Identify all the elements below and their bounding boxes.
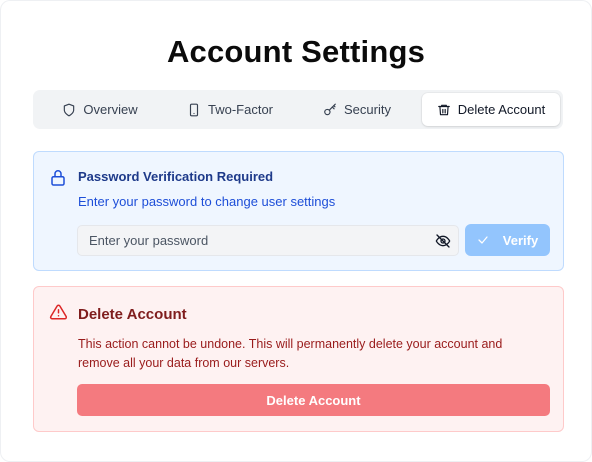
delete-account-card: Delete Account This action cannot be und… (33, 286, 564, 432)
smartphone-icon (189, 103, 199, 116)
shield-icon (64, 103, 75, 116)
delete-title: Delete Account (78, 306, 187, 323)
key-icon (324, 103, 336, 115)
page-title: Account Settings (166, 34, 426, 69)
tab-list: Overview Two-Factor Security Delete Acco… (33, 90, 563, 129)
tab-label: Security (344, 102, 391, 117)
trash-icon (437, 104, 450, 115)
password-verification-card: Password Verification Required Enter you… (33, 151, 564, 271)
check-icon (478, 236, 488, 244)
verification-description: Enter your password to change user setti… (78, 194, 336, 209)
verify-button[interactable]: Verify (465, 224, 550, 256)
tab-delete-account[interactable]: Delete Account (422, 93, 560, 126)
verify-button-label: Verify (502, 232, 539, 248)
tab-label: Two-Factor (207, 102, 273, 117)
tab-label: Overview (83, 102, 138, 117)
password-input[interactable] (77, 225, 459, 256)
eye-off-icon[interactable] (435, 233, 451, 249)
tab-label: Delete Account (457, 102, 546, 117)
lock-icon (51, 170, 65, 186)
delete-account-button[interactable]: Delete Account (77, 384, 550, 416)
delete-description: This action cannot be undone. This will … (78, 337, 503, 370)
settings-panel: Account Settings Overview Two-Factor Sec… (0, 0, 592, 462)
verification-title: Password Verification Required (78, 169, 274, 184)
tab-two-factor[interactable]: Two-Factor (175, 93, 285, 126)
alert-triangle-icon (49, 304, 68, 320)
tab-overview[interactable]: Overview (47, 93, 153, 126)
tab-security[interactable]: Security (312, 93, 402, 126)
